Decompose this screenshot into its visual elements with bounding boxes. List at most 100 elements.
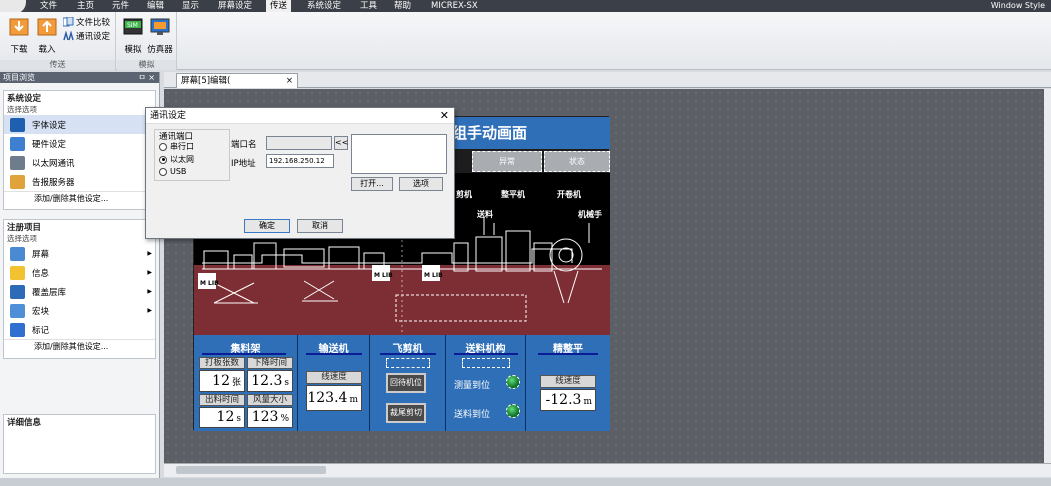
control-panel: 集料架 打板张数 12 张 下降时间 12.3 s 出料时间 12 s 风量大小 12… <box>194 335 610 431</box>
sidebar-item-label: 标记 <box>32 325 50 336</box>
feed-indicator <box>462 358 510 368</box>
tail-cut-button[interactable]: 裁尾剪切 <box>386 403 426 423</box>
download-button[interactable]: 下载 <box>6 16 32 55</box>
file-compare-button[interactable]: 文件比较 <box>63 16 110 28</box>
menu-home[interactable]: 主页 <box>73 0 98 12</box>
comm-settings-dialog: 通讯设定 ✕ 通讯端口 串行口 以太网 USB 端口名 << IP地址 192.… <box>145 107 455 239</box>
menu-transfer[interactable]: 传送 <box>266 0 292 12</box>
machine-label-leveler: 整平机 <box>501 190 525 199</box>
sidebar-item-label: 覆盖层库 <box>32 287 67 298</box>
sidebar-item-font[interactable]: 字体设定 <box>4 115 155 134</box>
sidebar-item-macro[interactable]: 宏块 ▶ <box>4 301 155 320</box>
feed-ok-led <box>506 404 520 418</box>
leveler-speed-value: -12.3 <box>545 392 582 408</box>
transfer-group: 下载 载入 文件比较 通讯设定 传送 <box>0 12 116 70</box>
file-compare-label: 文件比较 <box>76 18 111 28</box>
sidebar-item-overlay-library[interactable]: 覆盖层库 ▶ <box>4 282 155 301</box>
menu-view[interactable]: 显示 <box>178 0 203 12</box>
simulate-label: 模拟 <box>124 45 142 55</box>
conveyor-speed-label: 线速度 <box>306 371 362 384</box>
radio-serial-circle[interactable] <box>159 142 167 151</box>
ip-address-field[interactable]: 192.168.250.12 <box>266 154 334 168</box>
sidebar-item-label: 告报服务器 <box>32 177 75 188</box>
vertical-scrollbar[interactable] <box>1044 89 1051 463</box>
ribbon: 下载 载入 文件比较 通讯设定 传送 SIM 模拟 仿真器 模拟 <box>0 12 1051 70</box>
status-button[interactable]: 状态 <box>544 151 610 172</box>
horizontal-scrollbar[interactable] <box>164 463 1051 477</box>
comm-settings-icon <box>63 31 74 41</box>
sidebar-item-screen[interactable]: 屏幕 ▶ <box>4 244 155 263</box>
sidebar-item-ethernet[interactable]: 以太网通讯 <box>4 153 155 172</box>
screen-icon <box>10 246 25 261</box>
tab-screen-5[interactable]: 屏幕[5]编辑( × <box>176 73 298 88</box>
options-button[interactable]: 选项 <box>399 177 443 191</box>
sidebar-item-hardware[interactable]: 硬件设定 <box>4 134 155 153</box>
transfer-group-label: 传送 <box>0 60 115 70</box>
add-remove-settings-link[interactable]: 添加/删除其他设定... <box>4 191 155 205</box>
sidebar-item-message[interactable]: 信息 ▶ <box>4 263 155 282</box>
collector-underline <box>202 353 286 355</box>
cancel-button[interactable]: 取消 <box>297 219 343 233</box>
expand-arrow-icon[interactable]: ▶ <box>147 269 152 276</box>
close-icon[interactable]: ✕ <box>440 108 449 124</box>
window-style-selector[interactable]: Window Style <box>991 0 1045 12</box>
horizontal-scroll-thumb[interactable] <box>176 466 326 474</box>
menu-screen-settings[interactable]: 屏幕设定 <box>214 0 256 12</box>
alarm-button[interactable]: 异常 <box>472 151 542 172</box>
open-button[interactable]: 打开... <box>351 177 393 191</box>
return-standby-button[interactable]: 回待机位 <box>386 373 426 393</box>
comm-settings-button[interactable]: 通讯设定 <box>63 30 110 42</box>
plate-count-field[interactable]: 12 张 <box>199 370 245 392</box>
menu-tools[interactable]: 工具 <box>356 0 381 12</box>
expand-arrow-icon[interactable]: ▶ <box>147 307 152 314</box>
ok-button[interactable]: 确定 <box>244 219 290 233</box>
conveyor-speed-field[interactable]: 123.4 m <box>306 385 362 411</box>
machine-label-feed: 送料 <box>477 210 493 219</box>
output-time-value: 12 <box>216 409 235 425</box>
radio-ethernet-circle[interactable] <box>159 155 167 164</box>
output-time-field[interactable]: 12 s <box>199 407 245 428</box>
menu-component[interactable]: 元件 <box>108 0 133 12</box>
menu-file[interactable]: 文件 <box>36 0 61 12</box>
port-list-box[interactable] <box>351 134 447 174</box>
radio-ethernet[interactable]: 以太网 <box>159 154 194 165</box>
simulate-button[interactable]: SIM 模拟 <box>121 16 145 55</box>
drop-time-field[interactable]: 12.3 s <box>247 370 293 392</box>
menu-micrex[interactable]: MICREX-SX <box>427 0 482 12</box>
macro-icon <box>10 303 25 318</box>
system-settings-section: 系统设定 选择选项 字体设定 硬件设定 以太网通讯 告报服务器 添加/删除其他设… <box>3 90 156 210</box>
feed-mechanism-column: 送料机构 测量到位 送料到位 <box>446 335 526 431</box>
browse-button[interactable]: << <box>334 136 348 150</box>
system-settings-subtitle: 选择选项 <box>7 105 37 114</box>
expand-arrow-icon[interactable]: ▶ <box>147 250 152 257</box>
radio-usb-circle[interactable] <box>159 167 167 176</box>
panel-pin-icon[interactable]: ㅁ × <box>138 72 155 83</box>
port-name-field[interactable] <box>266 136 332 150</box>
expand-arrow-icon[interactable]: ▶ <box>147 288 152 295</box>
upload-label: 载入 <box>38 45 56 55</box>
details-title: 详细信息 <box>7 418 42 428</box>
sidebar-item-label: 硬件设定 <box>32 139 67 150</box>
port-name-label: 端口名 <box>231 140 257 150</box>
radio-serial[interactable]: 串行口 <box>159 141 194 152</box>
sidebar-item-tag[interactable]: 标记 <box>4 320 155 339</box>
airflow-field[interactable]: 123% <box>247 407 293 428</box>
dialog-title: 通讯设定 <box>150 111 187 121</box>
menu-system-settings[interactable]: 系统设定 <box>303 0 345 12</box>
upload-button[interactable]: 载入 <box>34 16 60 55</box>
leveler-speed-label: 线速度 <box>540 375 596 388</box>
flying-shear-column: 飞剪机 回待机位 裁尾剪切 <box>370 335 446 431</box>
tab-close-icon[interactable]: × <box>286 74 293 88</box>
leveler-speed-field[interactable]: -12.3 m <box>540 389 596 411</box>
menu-help[interactable]: 帮助 <box>390 0 415 12</box>
simulator-button[interactable]: 仿真器 <box>147 16 173 55</box>
registered-items-subtitle: 选择选项 <box>7 234 37 243</box>
sim-icon: SIM <box>123 18 143 35</box>
sidebar-item-alarm-server[interactable]: 告报服务器 <box>4 172 155 191</box>
server-icon <box>10 174 25 189</box>
dialog-title-bar[interactable]: 通讯设定 ✕ <box>146 108 454 124</box>
add-remove-items-link[interactable]: 添加/删除其他设定... <box>4 339 155 353</box>
menu-edit[interactable]: 编辑 <box>143 0 168 12</box>
radio-usb[interactable]: USB <box>159 167 186 176</box>
radio-ethernet-label: 以太网 <box>170 155 194 164</box>
